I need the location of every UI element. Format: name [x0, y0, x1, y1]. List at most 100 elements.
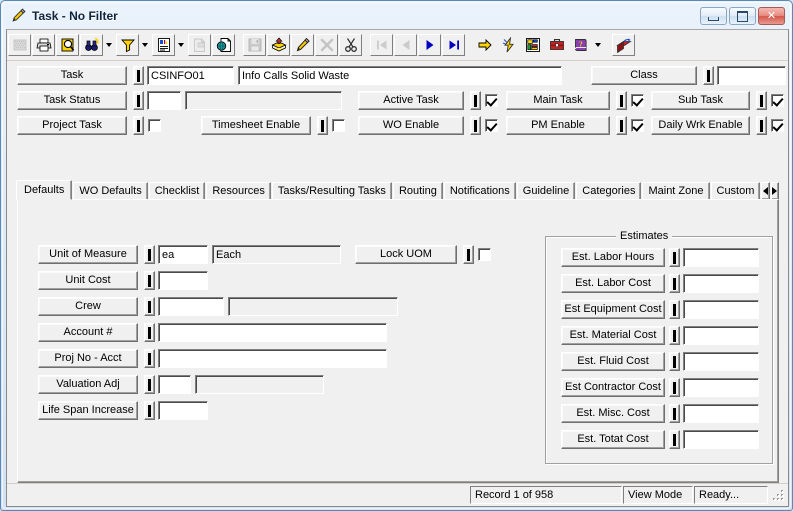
next-record-button[interactable]: [418, 34, 441, 56]
est-fluid-cost-input[interactable]: [683, 352, 759, 371]
tab-defaults[interactable]: Defaults: [16, 180, 73, 200]
lock-uom-label-button[interactable]: Lock UOM: [355, 245, 457, 264]
maximize-button[interactable]: [729, 7, 756, 25]
valuation-adj-label-button[interactable]: Valuation Adj: [38, 375, 138, 394]
est-labor-cost-spinner[interactable]: [669, 274, 680, 293]
valuation-adj-lookup-spinner[interactable]: [144, 375, 155, 394]
first-record-button[interactable]: [370, 34, 393, 56]
est-equipment-cost-spinner[interactable]: [669, 300, 680, 319]
filter-button[interactable]: [116, 34, 139, 56]
est-material-cost-label-button[interactable]: Est. Material Cost: [561, 326, 665, 345]
est-contractor-cost-spinner[interactable]: [669, 378, 680, 397]
tab-checklist[interactable]: Checklist: [148, 182, 206, 200]
tab-wo-defaults[interactable]: WO Defaults: [73, 182, 148, 200]
life-span-increase-spinner[interactable]: [144, 401, 155, 420]
help-button[interactable]: ?: [569, 34, 592, 56]
task-description-input[interactable]: Info Calls Solid Waste: [238, 66, 562, 85]
est-labor-hours-spinner[interactable]: [669, 248, 680, 267]
quick-action-button[interactable]: [497, 34, 520, 56]
est-misc-cost-input[interactable]: [683, 404, 759, 423]
est-total-cost-spinner[interactable]: [669, 430, 680, 449]
main-task-checkbox[interactable]: [631, 94, 644, 107]
tab-routing[interactable]: Routing: [392, 182, 443, 200]
active-task-spinner[interactable]: [470, 91, 481, 110]
cut-button[interactable]: [339, 34, 362, 56]
est-fluid-cost-spinner[interactable]: [669, 352, 680, 371]
est-labor-hours-label-button[interactable]: Est. Labor Hours: [561, 248, 665, 267]
wo-enable-spinner[interactable]: [470, 116, 481, 135]
lock-uom-spinner[interactable]: [463, 245, 474, 264]
edit-button[interactable]: [291, 34, 314, 56]
proj-no-acct-label-button[interactable]: Proj No - Acct: [38, 349, 138, 368]
unit-cost-label-button[interactable]: Unit Cost: [38, 271, 138, 290]
sub-task-label-button[interactable]: Sub Task: [651, 91, 750, 110]
chevron-down-icon[interactable]: [175, 34, 187, 56]
est-labor-cost-label-button[interactable]: Est. Labor Cost: [561, 274, 665, 293]
class-lookup-spinner[interactable]: [703, 66, 714, 85]
task-status-code-input[interactable]: [147, 91, 181, 110]
project-task-label-button[interactable]: Project Task: [17, 116, 127, 135]
tab-guideline[interactable]: Guideline: [516, 182, 576, 200]
est-total-cost-label-button[interactable]: Est. Totat Cost: [561, 430, 665, 449]
account-number-label-button[interactable]: Account #: [38, 323, 138, 342]
unit-of-measure-code-input[interactable]: ea: [158, 245, 208, 264]
active-task-label-button[interactable]: Active Task: [358, 91, 464, 110]
goto-button[interactable]: [473, 34, 496, 56]
est-total-cost-input[interactable]: [683, 430, 759, 449]
daily-wrk-enable-label-button[interactable]: Daily Wrk Enable: [651, 116, 750, 135]
est-labor-hours-input[interactable]: [683, 248, 759, 267]
previous-record-button[interactable]: [394, 34, 417, 56]
class-label-button[interactable]: Class: [591, 66, 697, 85]
tab-custom[interactable]: Custom: [710, 182, 761, 200]
est-contractor-cost-label-button[interactable]: Est Contractor Cost: [561, 378, 665, 397]
task-status-lookup-spinner[interactable]: [133, 91, 144, 110]
unit-cost-input[interactable]: [158, 271, 208, 290]
est-material-cost-spinner[interactable]: [669, 326, 680, 345]
est-labor-cost-input[interactable]: [683, 274, 759, 293]
tab-scroll-right-button[interactable]: [770, 182, 779, 200]
sub-task-checkbox[interactable]: [771, 94, 784, 107]
active-task-checkbox[interactable]: [485, 94, 498, 107]
main-task-spinner[interactable]: [616, 91, 627, 110]
task-status-label-button[interactable]: Task Status: [17, 91, 127, 110]
toolbox-button[interactable]: [545, 34, 568, 56]
wo-enable-checkbox[interactable]: [485, 119, 498, 132]
lock-uom-checkbox[interactable]: [478, 248, 491, 261]
grid-button[interactable]: [8, 34, 31, 56]
sub-task-spinner[interactable]: [756, 91, 767, 110]
print-preview-button[interactable]: [56, 34, 79, 56]
find-button[interactable]: [80, 34, 103, 56]
report-button[interactable]: [152, 34, 175, 56]
tab-resources[interactable]: Resources: [206, 182, 271, 200]
last-record-button[interactable]: [442, 34, 465, 56]
proj-no-acct-lookup-spinner[interactable]: [144, 349, 155, 368]
tab-categories[interactable]: Categories: [576, 182, 642, 200]
layout-button[interactable]: [521, 34, 544, 56]
est-material-cost-input[interactable]: [683, 326, 759, 345]
main-task-label-button[interactable]: Main Task: [506, 91, 610, 110]
save-button[interactable]: [243, 34, 266, 56]
tab-tasks-resulting-tasks[interactable]: Tasks/Resulting Tasks: [271, 182, 392, 200]
task-label-button[interactable]: Task: [17, 66, 127, 85]
tab-scroll-left-button[interactable]: [761, 182, 770, 200]
est-contractor-cost-input[interactable]: [683, 378, 759, 397]
timesheet-enable-label-button[interactable]: Timesheet Enable: [201, 116, 311, 135]
tab-maint-zone[interactable]: Maint Zone: [642, 182, 710, 200]
daily-wrk-enable-checkbox[interactable]: [771, 119, 784, 132]
est-equipment-cost-label-button[interactable]: Est Equipment Cost: [561, 300, 665, 319]
export-button[interactable]: [212, 34, 235, 56]
close-button[interactable]: ✕: [758, 7, 785, 25]
timesheet-enable-checkbox[interactable]: [332, 119, 345, 132]
crew-code-input[interactable]: [158, 297, 224, 316]
pm-enable-spinner[interactable]: [616, 116, 627, 135]
pm-enable-label-button[interactable]: PM Enable: [506, 116, 610, 135]
unit-of-measure-lookup-spinner[interactable]: [144, 245, 155, 264]
project-task-checkbox[interactable]: [148, 119, 161, 132]
crew-label-button[interactable]: Crew: [38, 297, 138, 316]
print-button[interactable]: [32, 34, 55, 56]
est-misc-cost-spinner[interactable]: [669, 404, 680, 423]
class-input[interactable]: [717, 66, 786, 85]
task-code-input[interactable]: CSINFO01: [147, 66, 234, 85]
chevron-down-icon[interactable]: [103, 34, 115, 56]
project-task-spinner[interactable]: [133, 116, 144, 135]
